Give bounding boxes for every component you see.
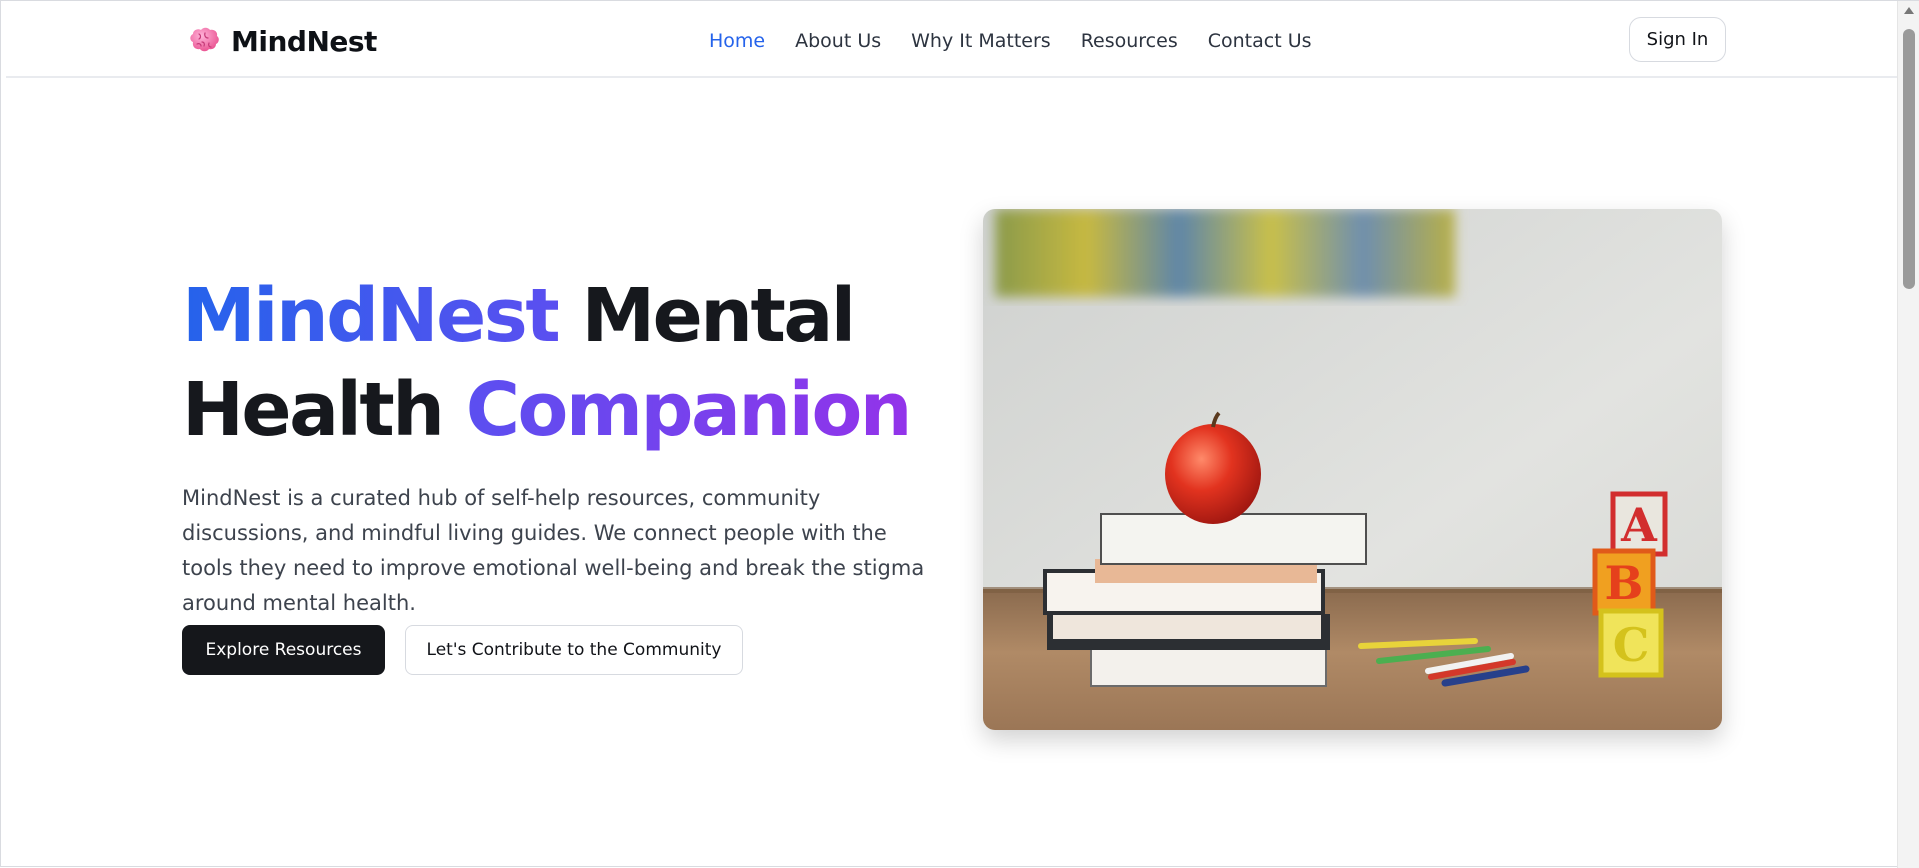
hero-image: A B C	[983, 209, 1722, 730]
block-c-label: C	[1613, 618, 1650, 672]
sign-in-button[interactable]: Sign In	[1629, 17, 1726, 62]
block-b-label: B	[1605, 556, 1644, 610]
contribute-community-button[interactable]: Let's Contribute to the Community	[405, 625, 743, 675]
nav-why-link[interactable]: Why It Matters	[911, 30, 1051, 52]
hero-title-brand: MindNest	[182, 273, 561, 359]
scroll-up-icon[interactable]	[1904, 7, 1914, 14]
brand-name: MindNest	[231, 24, 377, 58]
site-header: MindNest Home About Us Why It Matters Re…	[6, 1, 1898, 78]
explore-resources-button[interactable]: Explore Resources	[182, 625, 385, 675]
scroll-thumb[interactable]	[1903, 29, 1915, 289]
hero-title-highlight: Companion	[465, 367, 913, 453]
brand-logo[interactable]: MindNest	[187, 21, 377, 61]
page-scrollbar[interactable]	[1897, 1, 1919, 868]
main-nav: Home About Us Why It Matters Resources C…	[709, 25, 1312, 57]
nav-resources-link[interactable]: Resources	[1081, 30, 1178, 52]
nav-about-link[interactable]: About Us	[795, 30, 881, 52]
page-frame: MindNest Home About Us Why It Matters Re…	[0, 0, 1919, 868]
brain-icon	[190, 27, 219, 52]
hero-description: MindNest is a curated hub of self-help r…	[182, 486, 925, 615]
nav-contact-link[interactable]: Contact Us	[1208, 30, 1312, 52]
block-a-label: A	[1620, 498, 1658, 552]
apple-books-photo: A B C	[983, 209, 1722, 730]
hero-title-text-2: Health	[182, 367, 466, 453]
nav-home-link[interactable]: Home	[709, 30, 765, 52]
hero-title: MindNest Mental Health Companion	[182, 269, 942, 457]
hero-title-text-1: Mental	[558, 273, 856, 359]
